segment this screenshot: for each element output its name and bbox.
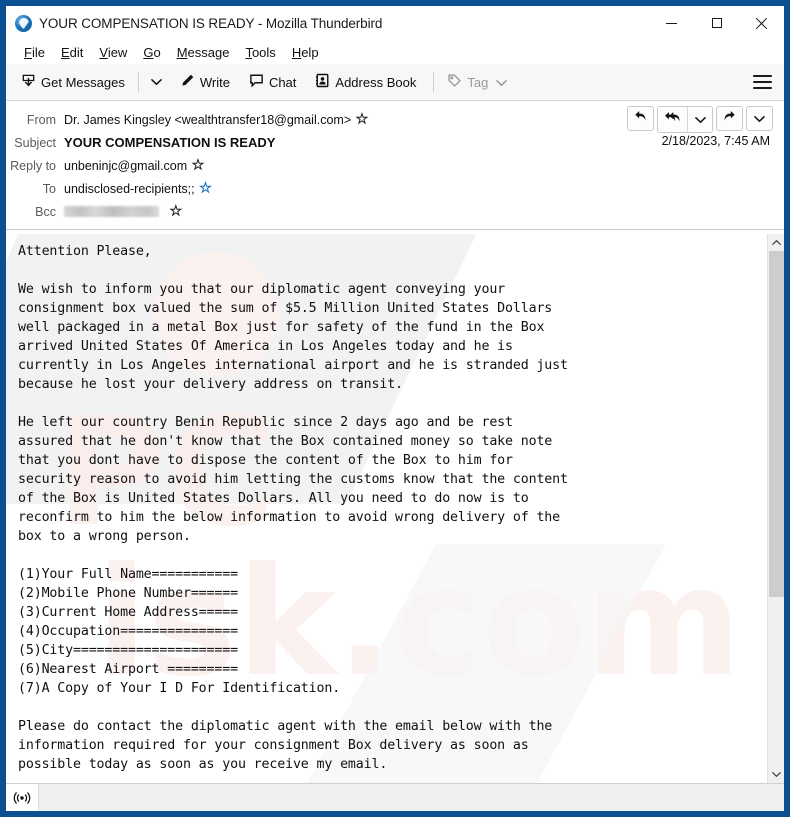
menu-item-message[interactable]: Message	[169, 43, 238, 62]
from-star-icon[interactable]: ★	[356, 112, 369, 126]
to-value[interactable]: undisclosed-recipients;;	[64, 182, 195, 196]
bcc-value-container: ★	[64, 204, 183, 218]
write-button[interactable]: Write	[173, 69, 237, 95]
close-icon	[755, 17, 768, 30]
message-body-area: PC isk.com Attention Please, We wish to …	[6, 234, 784, 783]
to-star-icon[interactable]: ★	[199, 181, 212, 195]
subject-value: YOUR COMPENSATION IS READY	[64, 135, 276, 150]
pencil-icon	[180, 73, 195, 91]
toolbar-separator	[137, 72, 139, 92]
chevron-down-icon	[151, 73, 162, 91]
message-date: 2/18/2023, 7:45 AM	[661, 134, 770, 148]
thunderbird-logo-icon	[15, 14, 32, 32]
address-book-button[interactable]: Address Book	[308, 69, 423, 95]
maximize-button[interactable]	[694, 6, 739, 40]
window-title: YOUR COMPENSATION IS READY - Mozilla Thu…	[39, 15, 383, 31]
to-value-container: undisclosed-recipients;; ★	[64, 181, 212, 196]
toolbar-separator-2	[433, 72, 435, 92]
reply-all-group	[657, 106, 713, 133]
header-row-to: To undisclosed-recipients;; ★	[6, 177, 784, 200]
forward-arrow-icon	[722, 109, 737, 128]
menu-item-view[interactable]: View	[91, 43, 135, 62]
menu-item-message-rest: essage	[187, 44, 230, 60]
message-body-text: Attention Please, We wish to inform you …	[18, 244, 568, 772]
scrollbar-thumb[interactable]	[769, 251, 784, 597]
menu-item-tools[interactable]: Tools	[237, 43, 283, 62]
chevron-down-icon	[496, 75, 508, 90]
menu-item-go-rest: o	[153, 44, 161, 60]
address-book-label: Address Book	[335, 74, 417, 90]
window-caption-buttons	[649, 6, 784, 40]
to-label: To	[42, 181, 56, 196]
more-actions-button[interactable]	[746, 106, 773, 131]
get-messages-label: Get Messages	[41, 74, 125, 90]
reply-all-button[interactable]	[658, 107, 687, 132]
chevron-down-icon	[754, 110, 765, 128]
menu-item-help[interactable]: Help	[284, 43, 327, 62]
reply-to-value-container: unbeninjc@gmail.com ★	[64, 158, 205, 173]
message-body-pane[interactable]: PC isk.com Attention Please, We wish to …	[6, 234, 767, 783]
scroll-up-button[interactable]	[768, 234, 784, 251]
from-value-container: Dr. James Kingsley <wealthtransfer18@gma…	[64, 112, 369, 127]
app-menu-button[interactable]	[753, 75, 772, 89]
message-action-buttons	[627, 106, 773, 133]
chevron-down-icon	[694, 111, 706, 129]
menu-item-view-rest: iew	[107, 44, 128, 60]
message-scrollbar[interactable]	[767, 234, 784, 783]
network-activity-icon[interactable]	[6, 784, 39, 811]
scroll-down-button[interactable]	[768, 766, 784, 783]
chat-label: Chat	[268, 74, 297, 90]
bcc-star-icon[interactable]: ★	[170, 204, 183, 218]
tag-label: Tag	[467, 74, 489, 90]
menu-item-tools-rest: ools	[251, 44, 276, 60]
message-header: From Dr. James Kingsley <wealthtransfer1…	[6, 101, 784, 230]
subject-label: Subject	[14, 135, 56, 150]
menu-item-edit[interactable]: Edit	[53, 43, 91, 62]
from-value[interactable]: Dr. James Kingsley <wealthtransfer18@gma…	[64, 113, 351, 127]
reply-to-star-icon[interactable]: ★	[192, 158, 205, 172]
chat-button[interactable]: Chat	[242, 69, 303, 95]
reply-to-label: Reply to	[10, 158, 56, 173]
get-messages-button[interactable]: Get Messages	[14, 69, 132, 95]
close-button[interactable]	[739, 6, 784, 40]
tag-button[interactable]: Tag	[440, 69, 514, 95]
reply-all-arrow-icon	[664, 110, 681, 129]
reply-more-button[interactable]	[687, 107, 712, 132]
download-inbox-icon	[21, 73, 36, 91]
chat-bubble-icon	[249, 73, 264, 91]
menu-item-go[interactable]: Go	[135, 43, 168, 62]
reply-button[interactable]	[627, 106, 654, 131]
subject-value-container: YOUR COMPENSATION IS READY	[64, 135, 275, 150]
minimize-button[interactable]	[649, 6, 694, 40]
get-messages-dropdown-button[interactable]	[145, 69, 168, 95]
address-book-icon	[315, 73, 330, 91]
tag-icon	[447, 73, 462, 91]
write-label: Write	[199, 74, 230, 90]
reply-arrow-icon	[633, 109, 648, 128]
title-bar: YOUR COMPENSATION IS READY - Mozilla Thu…	[6, 6, 784, 40]
hamburger-menu-icon	[753, 75, 772, 77]
bcc-label: Bcc	[35, 204, 56, 219]
menu-item-file[interactable]: File	[16, 43, 53, 62]
menu-item-edit-rest: dit	[69, 44, 84, 60]
main-toolbar: Get Messages Write Chat Address Book Tag	[6, 64, 784, 101]
menu-item-help-rest: elp	[301, 44, 319, 60]
menu-bar: File Edit View Go Message Tools Help	[6, 40, 784, 64]
minimize-icon	[666, 22, 677, 24]
bcc-redacted-value	[64, 206, 159, 217]
thunderbird-window: YOUR COMPENSATION IS READY - Mozilla Thu…	[0, 0, 790, 817]
status-bar	[6, 783, 784, 811]
header-row-bcc: Bcc ★	[6, 200, 784, 223]
header-row-reply-to: Reply to unbeninjc@gmail.com ★	[6, 154, 784, 177]
reply-to-value[interactable]: unbeninjc@gmail.com	[64, 159, 187, 173]
forward-button[interactable]	[716, 106, 743, 131]
maximize-icon	[711, 18, 722, 28]
from-label: From	[26, 112, 56, 127]
menu-item-file-rest: ile	[31, 44, 45, 60]
